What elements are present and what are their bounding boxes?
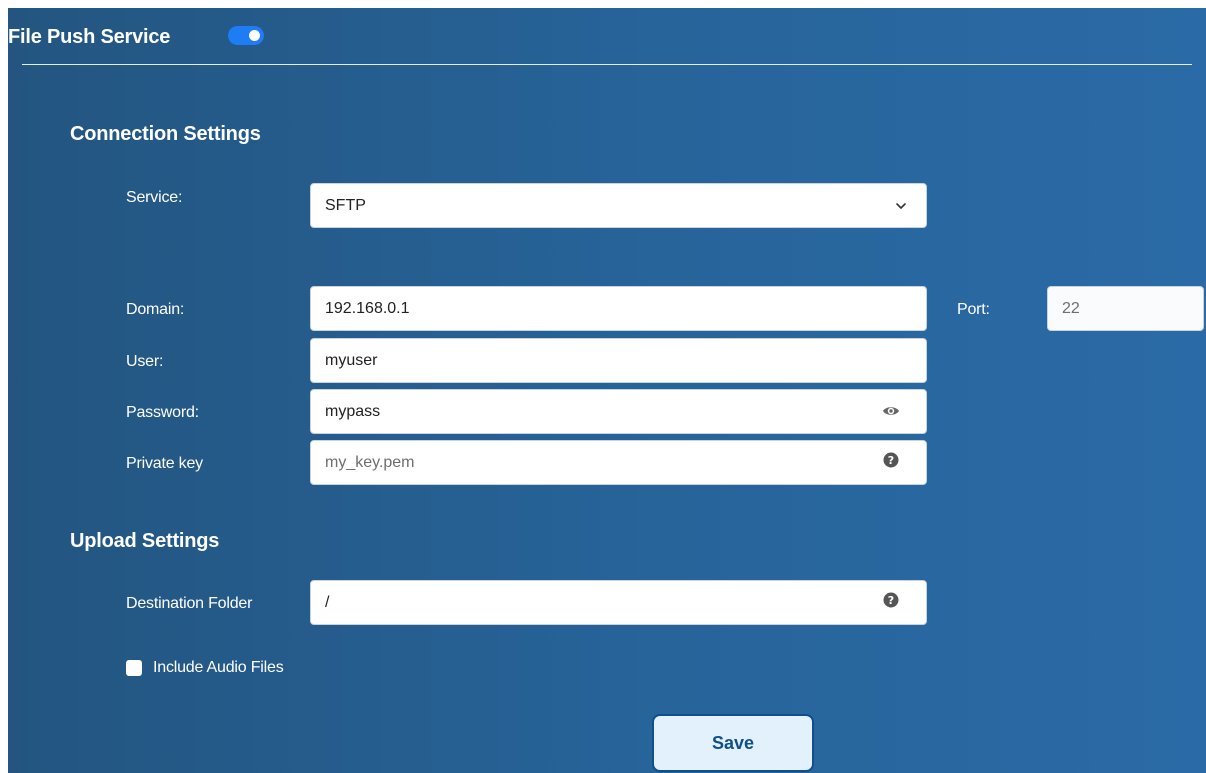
private-key-placeholder: my_key.pem — [325, 454, 415, 471]
include-audio-label: Include Audio Files — [153, 659, 284, 676]
domain-input-value: 192.168.0.1 — [325, 300, 410, 317]
private-key-help-icon[interactable]: ? — [882, 451, 900, 469]
destination-help-icon[interactable]: ? — [882, 591, 900, 609]
destination-folder-input[interactable]: / ? — [310, 580, 927, 625]
user-label: User: — [126, 353, 164, 370]
password-label: Password: — [126, 404, 199, 421]
private-key-input[interactable]: my_key.pem ? — [310, 440, 927, 485]
password-input-value: mypass — [325, 403, 381, 420]
svg-text:?: ? — [888, 454, 894, 467]
service-label: Service: — [126, 189, 183, 206]
user-input-value: myuser — [325, 352, 378, 369]
page-title: File Push Service — [8, 26, 171, 48]
connection-settings-title: Connection Settings — [70, 123, 261, 145]
user-input[interactable]: myuser — [310, 338, 927, 383]
password-input[interactable]: mypass — [310, 389, 927, 434]
eye-icon[interactable] — [882, 402, 900, 420]
port-input[interactable]: 22 — [1047, 286, 1204, 331]
service-select-value: SFTP — [325, 197, 366, 214]
port-label: Port: — [957, 301, 990, 318]
save-button[interactable]: Save — [652, 714, 814, 772]
upload-settings-title: Upload Settings — [70, 530, 220, 552]
domain-label: Domain: — [126, 301, 185, 318]
toggle-knob — [249, 30, 260, 41]
destination-folder-label: Destination Folder — [126, 595, 253, 612]
svg-text:?: ? — [888, 594, 894, 607]
port-input-value: 22 — [1062, 300, 1080, 317]
domain-input[interactable]: 192.168.0.1 — [310, 286, 927, 331]
file-push-service-panel: File Push Service Connection Settings Se… — [8, 8, 1206, 773]
destination-folder-value: / — [325, 594, 330, 611]
panel-header: File Push Service — [8, 8, 1206, 65]
include-audio-checkbox[interactable] — [126, 660, 142, 676]
service-select[interactable]: SFTP — [310, 183, 927, 228]
private-key-label: Private key — [126, 455, 203, 472]
header-divider — [22, 64, 1192, 65]
service-enabled-toggle[interactable] — [228, 26, 264, 45]
chevron-down-icon — [892, 197, 910, 215]
